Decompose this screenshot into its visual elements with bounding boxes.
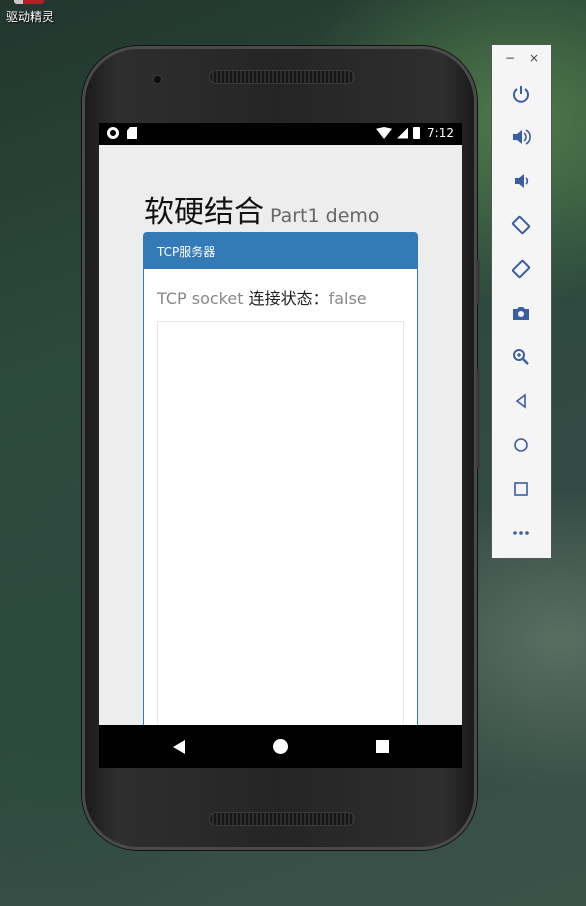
status-value: false [328, 289, 367, 308]
panel-header: TCP服务器 [144, 233, 417, 269]
connection-status: TCP socket 连接状态：false [157, 285, 404, 309]
phone-screen: 7:12 软硬结合 Part1 demo TCP服务器 TCP socket 连接… [99, 123, 462, 768]
page-title-sub: Part1 demo [270, 205, 380, 227]
wifi-icon [376, 127, 393, 139]
status-prefix: TCP socket [157, 289, 249, 308]
front-camera [153, 75, 162, 84]
desktop-shortcut-driver-genius[interactable]: 驱动精灵 [0, 0, 64, 26]
tcp-server-panel: TCP服务器 TCP socket 连接状态：false [143, 232, 418, 761]
signal-icon [397, 127, 409, 139]
more-icon[interactable] [508, 520, 534, 546]
overview-icon[interactable] [508, 476, 534, 502]
back-icon[interactable] [508, 388, 534, 414]
home-icon[interactable] [508, 432, 534, 458]
notification-circle-icon [107, 127, 119, 139]
rotate-left-icon[interactable] [508, 212, 534, 238]
nav-home-icon[interactable] [273, 739, 288, 754]
bottom-speaker [209, 812, 355, 826]
volume-up-icon[interactable] [508, 124, 534, 150]
phone-frame: 7:12 软硬结合 Part1 demo TCP服务器 TCP socket 连接… [82, 46, 480, 850]
sd-card-icon [127, 127, 137, 139]
rotate-right-icon[interactable] [508, 256, 534, 282]
camera-icon[interactable] [508, 300, 534, 326]
nav-recents-icon[interactable] [376, 740, 389, 753]
phone-side-button-lower [476, 369, 480, 469]
nav-bar [99, 725, 462, 768]
volume-down-icon[interactable] [508, 168, 534, 194]
toolbar-close-button[interactable]: × [529, 51, 539, 65]
power-icon[interactable] [508, 81, 534, 107]
emulator-toolbar: − × [491, 44, 552, 559]
page-title: 软硬结合 Part1 demo [144, 187, 380, 231]
status-label: 连接状态： [248, 289, 329, 308]
driver-genius-icon [14, 0, 44, 4]
message-log-area[interactable] [157, 321, 404, 761]
app-content: 软硬结合 Part1 demo TCP服务器 TCP socket 连接状态：fa… [99, 145, 462, 761]
panel-body: TCP socket 连接状态：false [144, 269, 417, 309]
earpiece-speaker [209, 70, 355, 84]
battery-icon [413, 127, 421, 139]
toolbar-minimize-button[interactable]: − [505, 51, 515, 65]
status-bar: 7:12 [99, 123, 462, 145]
nav-back-icon[interactable] [173, 740, 185, 754]
zoom-icon[interactable] [508, 344, 534, 370]
status-time: 7:12 [427, 126, 454, 140]
phone-side-button-upper [476, 259, 480, 305]
desktop-shortcut-label: 驱动精灵 [6, 10, 55, 24]
page-title-main: 软硬结合 [144, 195, 264, 230]
